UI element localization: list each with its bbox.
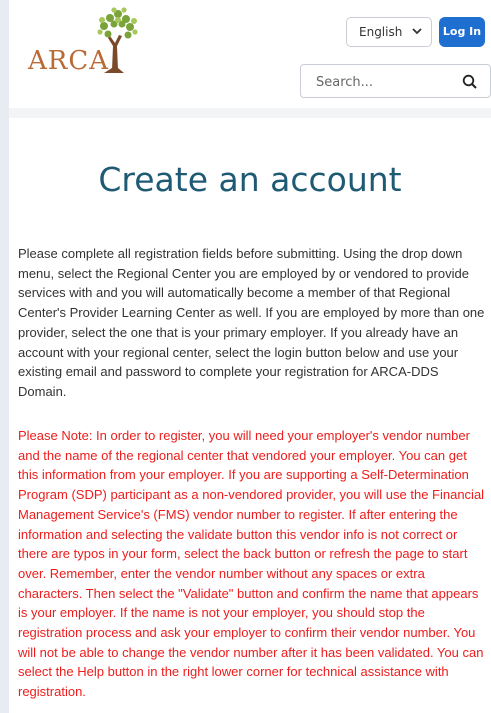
page-title: Create an account bbox=[98, 160, 402, 199]
header: ARCA English Log In bbox=[9, 0, 491, 108]
arca-logo[interactable]: ARCA bbox=[18, 6, 138, 76]
search-icon[interactable] bbox=[462, 74, 478, 90]
chevron-down-icon bbox=[412, 18, 422, 58]
search-input[interactable] bbox=[301, 65, 468, 99]
header-divider bbox=[9, 108, 491, 118]
language-select[interactable]: English bbox=[346, 17, 432, 47]
page: ARCA English Log In Create an account Pl… bbox=[9, 0, 491, 713]
login-button[interactable]: Log In bbox=[439, 17, 485, 47]
language-selected-value: English bbox=[359, 25, 403, 39]
vendor-note-paragraph: Please Note: In order to register, you w… bbox=[18, 428, 485, 700]
logo-text: ARCA bbox=[28, 46, 110, 76]
search-box bbox=[300, 64, 491, 99]
intro-paragraph: Please complete all registration fields … bbox=[18, 246, 485, 399]
